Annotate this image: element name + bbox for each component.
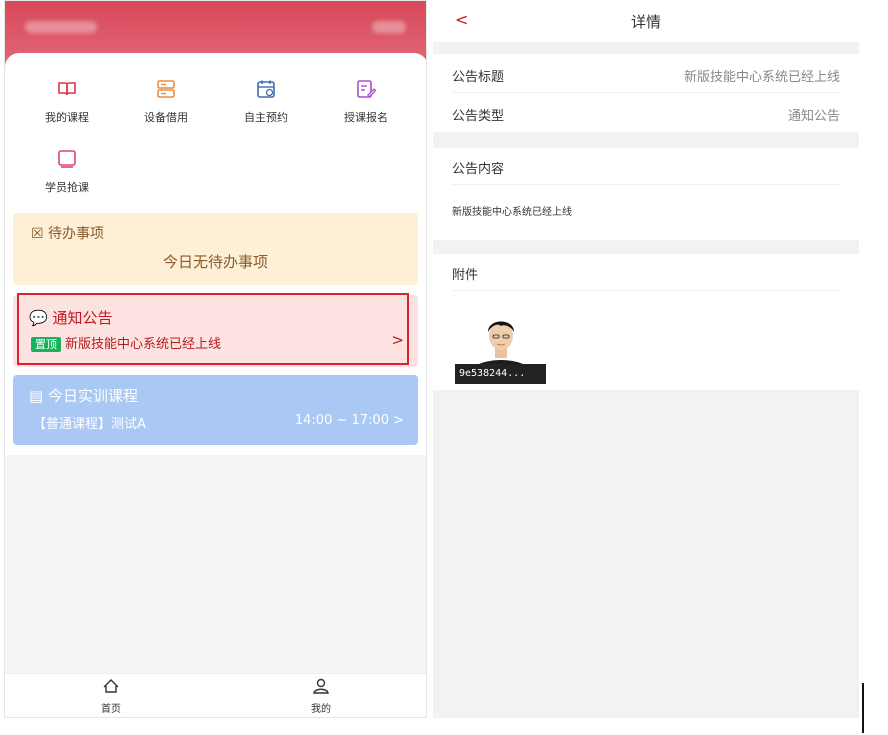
grid-item-teaching-signup[interactable]: 授课报名	[321, 79, 411, 139]
calendar-icon	[257, 80, 275, 98]
nav-bar: < 详情	[433, 0, 859, 42]
field-value: 新版技能中心系统已经上线	[683, 70, 840, 85]
attachment-title: 附件	[452, 268, 479, 283]
today-course-card[interactable]: ▤ 今日实训课程 【普通课程】测试A 14:00 ~ 17:00 >	[13, 375, 418, 445]
detail-screen: < 详情 公告标题 新版技能中心系统已经上线 公告类型 通知公告 公告内容 新版…	[433, 0, 859, 718]
tab-mine[interactable]: 我的	[291, 678, 351, 715]
attachment-thumbnail[interactable]: 9e538244...	[455, 310, 546, 384]
attachment-filename: 9e538244...	[455, 364, 546, 384]
grid-label: 我的课程	[45, 111, 89, 124]
attachment-section: 附件 9e538244...	[433, 254, 859, 390]
course-time: 14:00 ~ 17:00 >	[294, 413, 404, 428]
checkbox-icon: ☒	[31, 226, 44, 242]
tab-home[interactable]: 首页	[81, 678, 141, 715]
book-icon	[58, 82, 76, 96]
course-title: ▤ 今日实训课程	[29, 387, 138, 405]
todo-empty-text: 今日无待办事项	[162, 253, 268, 271]
edit-icon	[357, 80, 377, 98]
todo-title: ☒ 待办事项	[31, 226, 105, 242]
grid-label: 学员抢课	[45, 181, 89, 194]
grid-label: 自主预约	[244, 111, 288, 124]
blurred-user-name	[372, 21, 406, 33]
device-icon	[157, 80, 175, 98]
tab-bar: 首页 我的	[5, 673, 426, 717]
grid-item-self-booking[interactable]: 自主预约	[221, 79, 311, 139]
content-title: 公告内容	[452, 162, 505, 177]
field-row-title: 公告标题 新版技能中心系统已经上线	[452, 54, 840, 93]
tab-label: 首页	[101, 704, 121, 715]
home-card: 我的课程 设备借用 自主预约 授课报名 学员抢课 ☒ 待办事项 今日无待办事项 …	[5, 53, 426, 455]
divider	[452, 290, 840, 291]
field-row-type: 公告类型 通知公告	[452, 93, 840, 132]
grid-item-device-borrow[interactable]: 设备借用	[121, 79, 211, 139]
grid-item-my-courses[interactable]: 我的课程	[22, 79, 112, 139]
divider	[452, 184, 840, 185]
field-value: 通知公告	[787, 109, 840, 124]
course-name: 【普通课程】测试A	[33, 417, 146, 432]
grid-label: 设备借用	[144, 111, 188, 124]
tab-label: 我的	[311, 704, 331, 715]
field-key: 公告类型	[452, 109, 505, 124]
content-body: 新版技能中心系统已经上线	[452, 207, 572, 218]
grid-label: 授课报名	[344, 111, 388, 124]
page-title: 详情	[630, 13, 661, 31]
home-screen: 我的课程 设备借用 自主预约 授课报名 学员抢课 ☒ 待办事项 今日无待办事项 …	[4, 0, 427, 718]
text-cursor	[862, 683, 864, 733]
highlight-box	[17, 293, 409, 365]
grid-item-student-grab[interactable]: 学员抢课	[22, 149, 112, 209]
blurred-school-name	[25, 21, 97, 33]
notice-meta-section: 公告标题 新版技能中心系统已经上线 公告类型 通知公告	[433, 54, 859, 132]
home-icon	[103, 679, 119, 693]
todo-card[interactable]: ☒ 待办事项 今日无待办事项	[13, 213, 418, 285]
field-key: 公告标题	[452, 70, 505, 85]
list-icon: ▤	[29, 387, 44, 405]
notice-content-section: 公告内容 新版技能中心系统已经上线	[433, 148, 859, 240]
screen-root: 我的课程 设备借用 自主预约 授课报名 学员抢课 ☒ 待办事项 今日无待办事项 …	[0, 0, 888, 735]
user-icon	[313, 678, 329, 694]
tablet-icon	[58, 150, 76, 168]
